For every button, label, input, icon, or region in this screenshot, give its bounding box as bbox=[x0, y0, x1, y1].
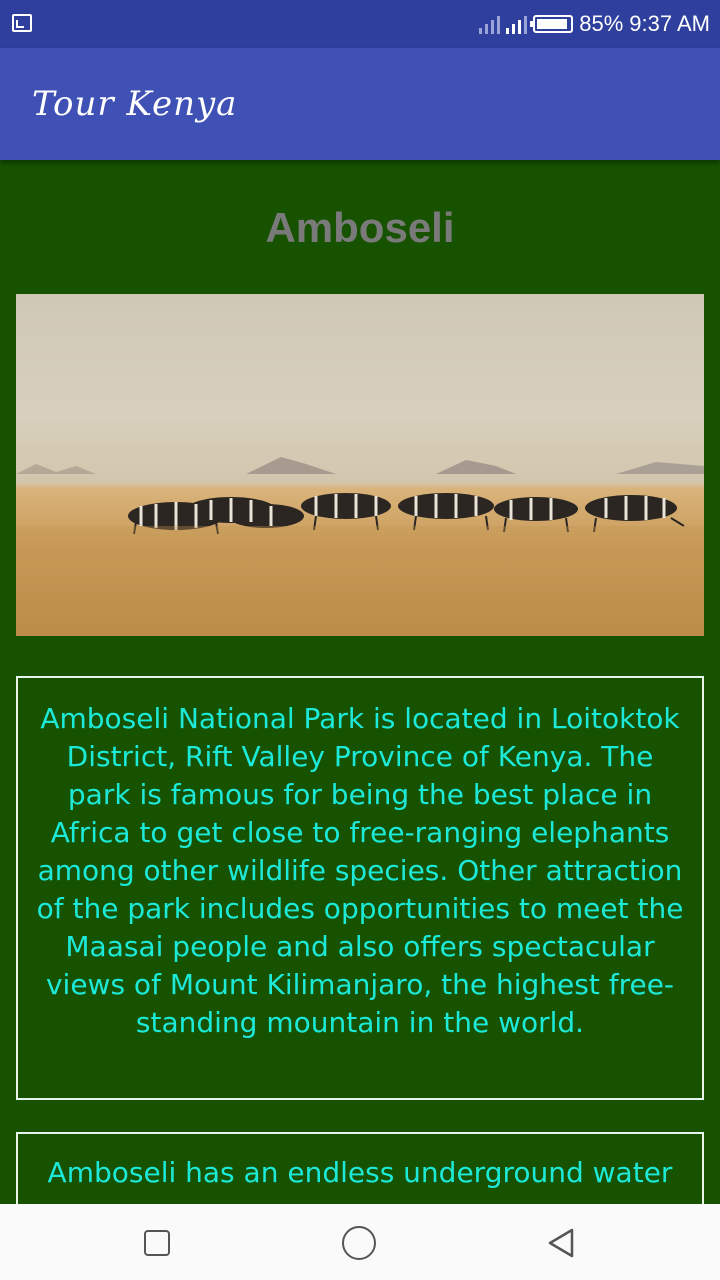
app-bar: Tour Kenya bbox=[0, 48, 720, 160]
signal-icon bbox=[506, 14, 528, 34]
status-indicators: 85% 9:37 AM bbox=[479, 10, 710, 38]
status-bar: 85% 9:37 AM bbox=[0, 0, 720, 48]
recents-icon[interactable] bbox=[144, 1230, 170, 1256]
park-photo bbox=[16, 294, 704, 636]
app-title: Tour Kenya bbox=[32, 84, 238, 124]
battery-icon bbox=[530, 15, 574, 33]
status-time: 9:37 AM bbox=[629, 11, 710, 36]
battery-percent: 85% bbox=[579, 11, 624, 36]
park-title: Amboseli bbox=[265, 204, 455, 251]
navigation-bar bbox=[0, 1204, 720, 1280]
home-icon[interactable] bbox=[342, 1226, 376, 1260]
signal-icon bbox=[479, 14, 501, 34]
park-description: Amboseli National Park is located in Loi… bbox=[16, 676, 704, 1100]
screen-cast-icon bbox=[12, 14, 32, 32]
back-icon[interactable] bbox=[544, 1226, 578, 1260]
park-description-secondary: Amboseli has an endless underground wate… bbox=[16, 1132, 704, 1204]
park-detail-scroll[interactable]: Amboseli Amboseli National Park is locat… bbox=[0, 160, 720, 1204]
